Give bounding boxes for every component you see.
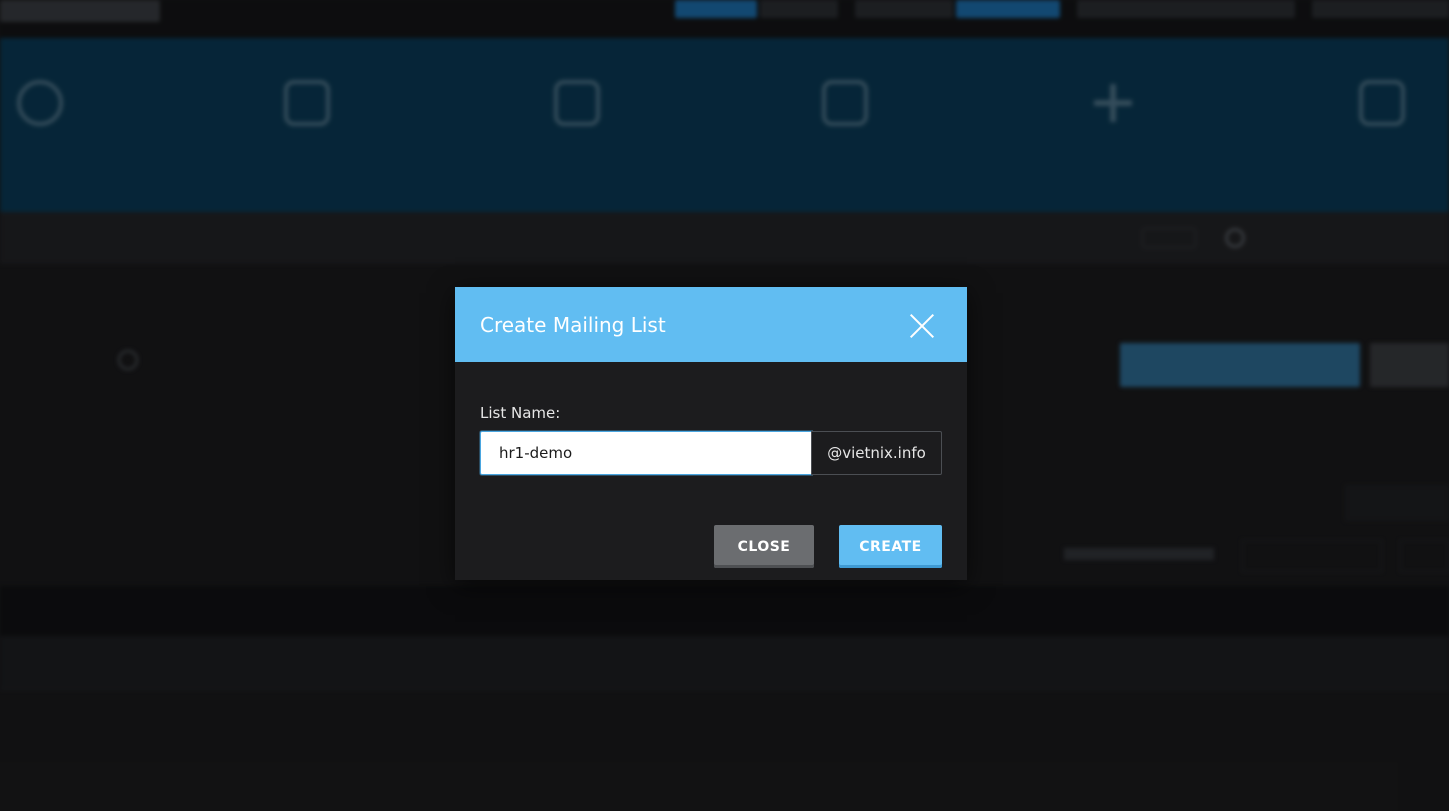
dialog-header: Create Mailing List xyxy=(455,287,967,362)
create-mailing-list-dialog: Create Mailing List List Name: @vietnix.… xyxy=(455,287,967,580)
create-button[interactable]: CREATE xyxy=(839,525,942,568)
domain-suffix: @vietnix.info xyxy=(811,431,942,475)
list-name-label: List Name: xyxy=(480,404,561,422)
list-name-input[interactable] xyxy=(480,431,812,475)
close-icon[interactable] xyxy=(905,309,939,343)
close-button[interactable]: CLOSE xyxy=(714,525,814,568)
dialog-title: Create Mailing List xyxy=(480,313,666,337)
